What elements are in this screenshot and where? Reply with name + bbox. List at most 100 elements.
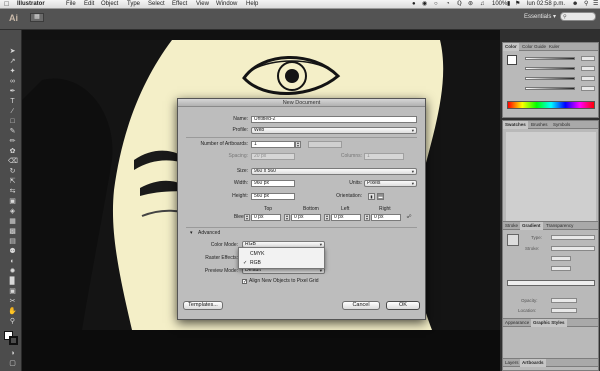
stroke-swatch[interactable] xyxy=(9,336,18,345)
eraser-tool-icon[interactable]: ⌫ xyxy=(8,158,18,166)
perspective-grid-tool-icon[interactable]: ▦ xyxy=(8,218,17,226)
menu-select[interactable]: Select xyxy=(148,0,165,9)
color-spectrum[interactable] xyxy=(507,101,595,109)
mesh-tool-icon[interactable]: ▩ xyxy=(8,228,17,236)
tab-graphic-styles[interactable]: Graphic Styles xyxy=(531,319,567,327)
gradient-tool-icon[interactable]: ▤ xyxy=(8,238,17,246)
color-value-r[interactable] xyxy=(581,56,595,61)
line-tool-icon[interactable]: ∕ xyxy=(8,108,17,116)
tab-symbols[interactable]: Symbols xyxy=(551,121,572,129)
bleed-top-stepper[interactable]: ▲ ▼ xyxy=(244,214,250,221)
color-slider-r[interactable] xyxy=(525,57,575,60)
artboards-stepper[interactable]: ▲ ▼ xyxy=(295,141,301,148)
blob-brush-tool-icon[interactable]: ✿ xyxy=(8,148,17,156)
apple-menu-icon[interactable]:  xyxy=(4,0,9,9)
profile-select[interactable]: Web ▾ xyxy=(251,127,417,134)
menu-file[interactable]: File xyxy=(66,0,76,9)
tab-color[interactable]: Color xyxy=(503,43,519,51)
bleed-right-input[interactable]: 0 px xyxy=(371,214,401,221)
tab-artboards[interactable]: Artboards xyxy=(520,359,546,367)
size-select[interactable]: 960 x 560 ▾ xyxy=(251,168,417,175)
align-pixel-grid-checkbox[interactable]: ✓ xyxy=(242,279,247,285)
swatches-grid[interactable] xyxy=(506,132,596,227)
blend-tool-icon[interactable]: ◐ xyxy=(8,258,17,266)
tab-appearance[interactable]: Appearance xyxy=(503,319,531,327)
advanced-disclosure-icon[interactable]: ▾ xyxy=(190,230,193,237)
slice-tool-icon[interactable]: ✂ xyxy=(8,298,17,306)
bleed-left-input[interactable]: 0 px xyxy=(331,214,361,221)
eyedropper-tool-icon[interactable]: ⚉ xyxy=(8,248,17,256)
battery-icon[interactable]: ▮ xyxy=(507,0,510,9)
battery-label[interactable]: 100% xyxy=(492,0,507,9)
document-name-input[interactable]: Untitled-2 xyxy=(251,116,417,123)
location-field[interactable] xyxy=(551,308,577,313)
bleed-bottom-stepper[interactable]: ▲ ▼ xyxy=(284,214,290,221)
menu-view[interactable]: View xyxy=(196,0,209,9)
menu-edit[interactable]: Edit xyxy=(84,0,94,9)
gradient-swatch[interactable] xyxy=(507,234,519,246)
bleed-left-stepper[interactable]: ▲ ▼ xyxy=(324,214,330,221)
direct-selection-tool-icon[interactable]: ↗ xyxy=(8,58,17,66)
shape-builder-tool-icon[interactable]: ◈ xyxy=(8,208,17,216)
user-icon[interactable]: ☻ xyxy=(572,0,578,9)
rotate-tool-icon[interactable]: ↻ xyxy=(8,168,17,176)
tab-brushes[interactable]: Brushes xyxy=(529,121,550,129)
status-orange-icon[interactable]: ◉ xyxy=(422,0,427,9)
color-value-b[interactable] xyxy=(581,76,595,81)
rectangle-tool-icon[interactable]: □ xyxy=(8,118,17,126)
magic-wand-tool-icon[interactable]: ✦ xyxy=(8,68,17,76)
columns-input[interactable]: 1 xyxy=(364,153,404,160)
color-slider-g[interactable] xyxy=(525,67,575,70)
spotlight-icon[interactable]: ⚲ xyxy=(584,0,588,9)
workspace-switcher[interactable]: Essentials ▾ xyxy=(524,13,556,20)
artboard-arrangement-buttons[interactable] xyxy=(308,141,342,148)
gradient-angle-field[interactable] xyxy=(551,256,571,261)
drawing-mode-icon[interactable]: ◑ xyxy=(8,350,17,358)
selection-tool-icon[interactable]: ➤ xyxy=(8,48,17,56)
color-value-k[interactable] xyxy=(581,86,595,91)
bleed-top-input[interactable]: 0 px xyxy=(251,214,281,221)
gradient-type-select[interactable] xyxy=(551,235,595,240)
menu-effect[interactable]: Effect xyxy=(172,0,187,9)
artboard-tool-icon[interactable]: ▣ xyxy=(8,288,17,296)
status-dot-icon[interactable]: ○ xyxy=(434,0,438,9)
symbol-sprayer-tool-icon[interactable]: ✹ xyxy=(8,268,17,276)
color-slider-k[interactable] xyxy=(525,87,575,90)
tab-transparency[interactable]: Transparency xyxy=(544,222,575,230)
width-tool-icon[interactable]: ⇆ xyxy=(8,188,17,196)
portrait-orientation-icon[interactable]: ▮ xyxy=(368,193,375,200)
gradient-aspect-field[interactable] xyxy=(551,266,571,271)
flag-icon[interactable]: ⚑ xyxy=(515,0,520,9)
bleed-link-icon[interactable]: ☍ xyxy=(406,214,412,221)
bridge-button[interactable]: ▦ xyxy=(30,13,44,22)
gradient-stroke-field[interactable] xyxy=(551,246,595,251)
free-transform-tool-icon[interactable]: ▣ xyxy=(8,198,17,206)
column-graph-tool-icon[interactable]: ▉ xyxy=(8,278,17,286)
menu-window[interactable]: Window xyxy=(216,0,237,9)
menu-type[interactable]: Type xyxy=(127,0,140,9)
status-circle-icon[interactable]: ● xyxy=(412,0,416,9)
tab-color-guide[interactable]: Color Guide xyxy=(520,43,548,51)
volume-icon[interactable]: ♫ xyxy=(480,0,485,9)
time-machine-icon[interactable]: ◔ xyxy=(446,0,450,9)
templates-button[interactable]: Templates... xyxy=(183,301,223,310)
gradient-slider[interactable] xyxy=(507,280,595,286)
hand-tool-icon[interactable]: ✋ xyxy=(8,308,17,316)
tab-swatches[interactable]: Swatches xyxy=(503,121,528,129)
screen-mode-icon[interactable]: ▢ xyxy=(8,360,17,368)
notification-icon[interactable]: ☰ xyxy=(593,0,598,9)
ok-button[interactable]: OK xyxy=(386,301,420,310)
tab-layers[interactable]: Layers xyxy=(503,359,521,367)
bluetooth-icon[interactable]: ℚ xyxy=(457,0,462,9)
search-help-field[interactable]: ⚲ xyxy=(560,12,596,21)
wifi-icon[interactable]: ⊛ xyxy=(468,0,473,9)
width-input[interactable]: 960 px xyxy=(251,180,295,187)
menu-item-rgb[interactable]: ✓ RGB xyxy=(239,259,324,267)
tab-kuler[interactable]: Kuler xyxy=(547,43,562,51)
menu-help[interactable]: Help xyxy=(246,0,258,9)
menu-item-cmyk[interactable]: CMYK xyxy=(239,250,324,258)
opacity-field[interactable] xyxy=(551,298,577,303)
units-select[interactable]: Pixels ▾ xyxy=(364,180,417,187)
artboards-count-input[interactable]: 1 xyxy=(251,141,295,148)
bleed-bottom-input[interactable]: 0 px xyxy=(291,214,321,221)
